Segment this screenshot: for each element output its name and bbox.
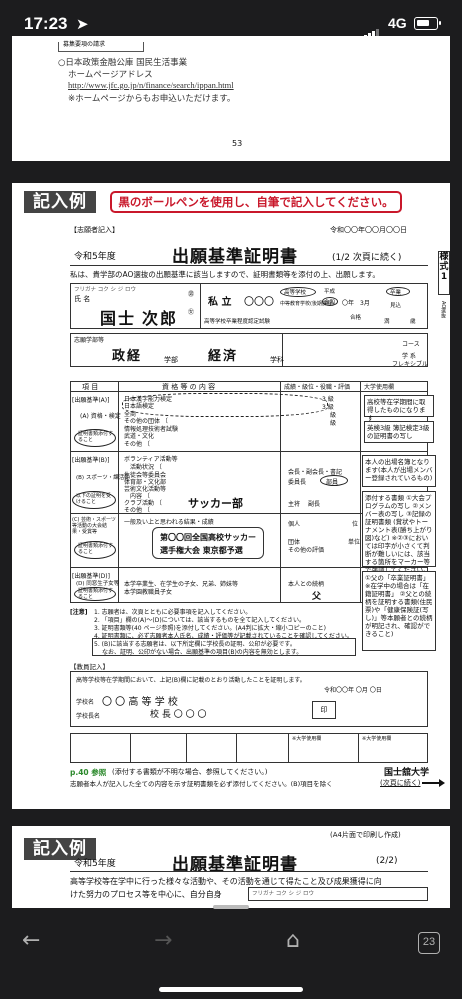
- home-icon[interactable]: ⌂: [286, 928, 300, 953]
- principal-name: 校 長 〇 〇 〇: [150, 710, 207, 720]
- side-note-a1: 高校等在学期間に取得したものになります: [364, 395, 434, 422]
- form-title: 出願基準証明書: [172, 247, 298, 266]
- network-type: 4G: [388, 15, 407, 31]
- header-stub-box: 募集要項の請求: [58, 41, 144, 52]
- intro-text: 私は、貴学部のAO選抜の出願基準に該当しますので、証明書類等を添付の上、出願しま…: [70, 270, 380, 279]
- title-sub: (1/2 次頁に続く): [332, 253, 402, 263]
- relation: 父: [312, 592, 322, 602]
- back-icon[interactable]: ←: [22, 928, 40, 953]
- line-1: ○日本政策金融公庫 国民生活事業: [58, 58, 188, 68]
- side-note-a2: 英検3級 簿記検定3級 の証明書の写し: [364, 421, 434, 443]
- next-arrow-icon: [422, 779, 445, 786]
- document-page-2of2: (A4片面で印刷し作成) 記入例 令和5年度 出願基準証明書 (2/2) 高等学…: [12, 826, 450, 908]
- school-type-1: 高等学校: [284, 290, 307, 296]
- browser-toolbar: ← → ⌂ 23: [0, 905, 462, 999]
- side-note-d: ①父の「卒業証明書」 ※在学中の場合は「在籍証明書」 ②父との続柄を証明する書類…: [362, 571, 436, 651]
- side-small: AO選抜: [440, 301, 446, 319]
- side-note-b: 本人の出場名簿となります(本人が出場メンバー登録されているもの): [362, 455, 436, 487]
- link-url[interactable]: http://www.jfc.go.jp/n/finance/search/ip…: [68, 80, 234, 90]
- tournament-name: 第〇〇回全国高校サッカー: [160, 533, 256, 542]
- seal-box: 印: [312, 701, 336, 719]
- tabs-button[interactable]: 23: [418, 932, 440, 954]
- side-note-c: 添付する書類 ①大会プログラムの写し ②メンバー表の写し ③記録の証明書類 (賞…: [362, 491, 436, 574]
- form-date: 令和〇〇年〇〇月〇〇日: [330, 226, 407, 234]
- school-caption: 高等学校卒業程度認定試験: [204, 319, 271, 325]
- school-name: 〇〇〇: [244, 297, 274, 308]
- home-indicator[interactable]: [159, 987, 303, 992]
- document-page-form: 記入例 黒のボールペンを使用し、自筆で記入してください。 様式1 AO選抜 【志…: [12, 183, 450, 809]
- teacher-school: 〇 〇 高 等 学 校: [102, 697, 178, 708]
- page-reference: p.40 参照: [70, 768, 107, 777]
- forward-icon[interactable]: →: [154, 928, 172, 953]
- department: 経済: [208, 348, 239, 363]
- page-number: 53: [232, 139, 243, 148]
- era-year: 令和5年度: [74, 252, 116, 262]
- battery-icon: [414, 17, 441, 30]
- faculty: 政経: [112, 348, 143, 363]
- school-kind: 私 立: [208, 297, 232, 308]
- applicant-note: 【志願者記入】: [70, 226, 119, 234]
- form-style-tag: 様式1: [438, 251, 450, 295]
- scroll-handle[interactable]: [213, 905, 249, 909]
- line-4: ※ホームページからもお申込いただけます。: [68, 94, 236, 104]
- male-mark: ㊚: [188, 291, 195, 298]
- name-label: 氏 名: [74, 295, 91, 303]
- club-name: サッカー部: [188, 497, 243, 510]
- location-arrow-icon: ➤: [76, 15, 89, 33]
- clock: 17:23: [24, 14, 68, 33]
- tournament-result: 選手権大会 東京都予選: [160, 546, 243, 555]
- university-name: 国士舘大学: [384, 768, 430, 778]
- document-page-53: 募集要項の請求 ○日本政策金融公庫 国民生活事業 ホームページアドレス http…: [12, 36, 450, 161]
- example-tag: 記入例: [24, 191, 96, 213]
- applicant-name: 国士 次郎: [100, 311, 179, 328]
- female-mark: ㊛: [188, 309, 195, 316]
- furigana: フリガナ コク シ ジ ロウ: [74, 287, 136, 293]
- line-2: ホームページアドレス: [68, 70, 153, 80]
- ink-instruction-banner: 黒のボールペンを使用し、自筆で記入してください。: [110, 191, 402, 213]
